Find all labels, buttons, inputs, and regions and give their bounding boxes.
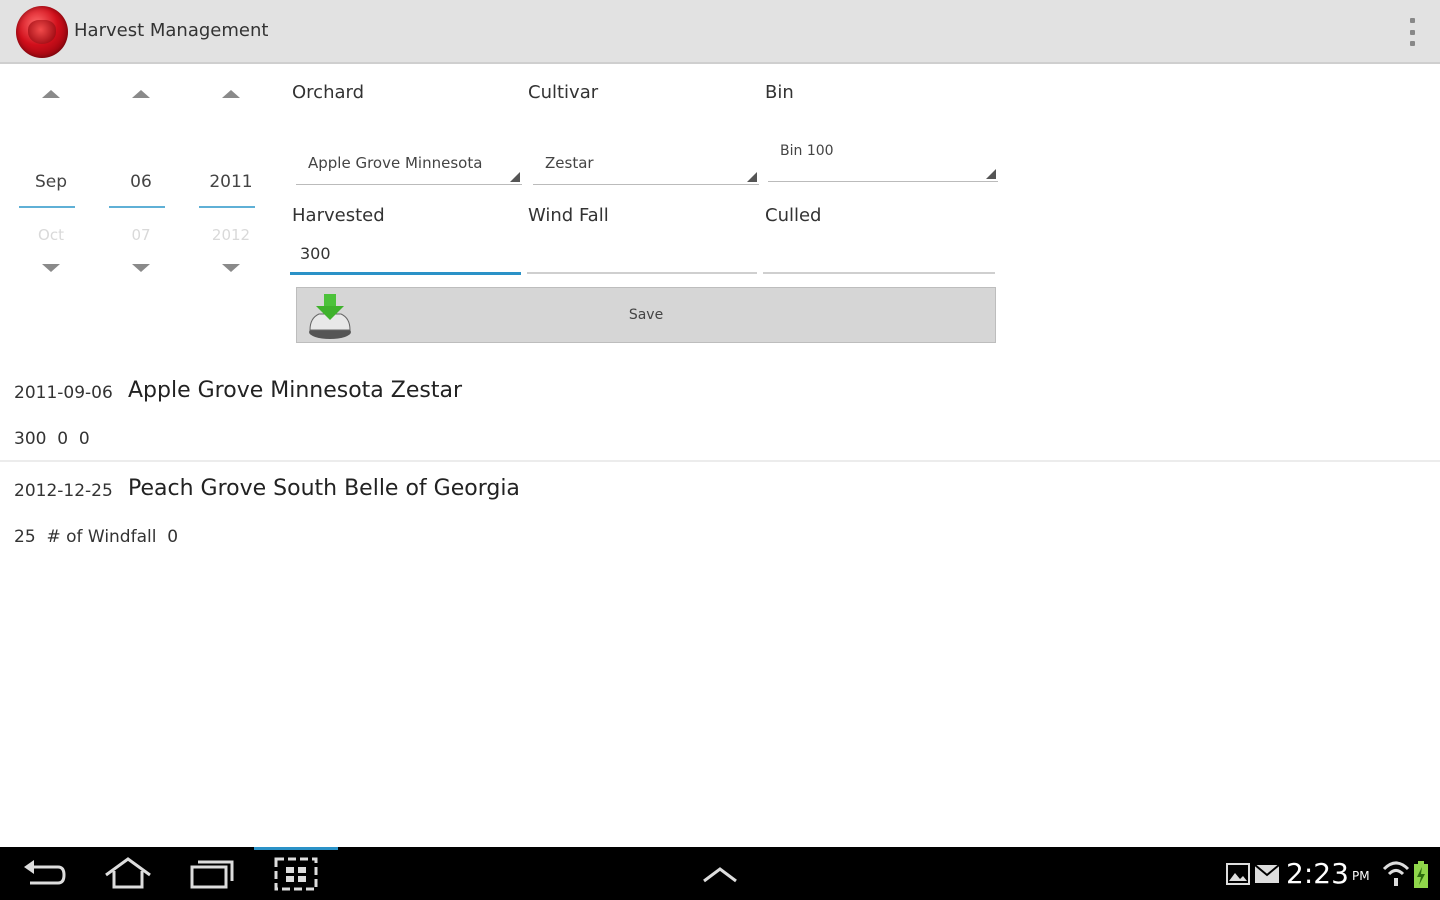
bin-spinner-value: Bin 100: [780, 143, 834, 159]
status-clock[interactable]: 2:23: [1286, 857, 1349, 890]
record-detail: 300 0 0: [14, 429, 90, 449]
app-title: Harvest Management: [74, 20, 269, 41]
spinner-dropdown-icon: [747, 172, 757, 182]
record-list-item[interactable]: 2012-12-25 Peach Grove South Belle of Ge…: [0, 470, 1440, 556]
battery-charging-icon: [1414, 861, 1428, 888]
orchard-spinner[interactable]: Apple Grove Minnesota: [296, 144, 522, 185]
day-next[interactable]: 07: [109, 226, 173, 244]
windfall-input[interactable]: [527, 240, 757, 274]
windfall-label: Wind Fall: [528, 205, 609, 226]
harvested-input-value: 300: [300, 244, 331, 263]
cultivar-spinner[interactable]: Zestar: [533, 144, 759, 185]
cultivar-label: Cultivar: [528, 82, 599, 103]
culled-label: Culled: [765, 205, 822, 226]
month-selection-line: [19, 206, 75, 208]
year-selection-line: [199, 206, 255, 208]
month-current[interactable]: Sep: [19, 172, 83, 192]
year-next[interactable]: 2012: [199, 226, 263, 244]
orchard-spinner-value: Apple Grove Minnesota: [308, 154, 483, 172]
home-icon[interactable]: [100, 855, 156, 893]
active-app-indicator: [254, 847, 338, 850]
bin-spinner[interactable]: Bin 100: [768, 141, 998, 182]
year-current[interactable]: 2011: [199, 172, 263, 192]
overflow-menu-icon[interactable]: [1408, 18, 1416, 46]
list-divider: [0, 460, 1440, 462]
record-detail: 25 # of Windfall 0: [14, 527, 179, 547]
month-next[interactable]: Oct: [19, 226, 83, 244]
back-icon[interactable]: [16, 855, 72, 893]
chevron-up-icon[interactable]: [692, 855, 748, 893]
day-decrement-arrow-icon[interactable]: [132, 264, 150, 272]
day-increment-arrow-icon[interactable]: [132, 90, 150, 98]
harvested-label: Harvested: [292, 205, 385, 226]
year-decrement-arrow-icon[interactable]: [222, 264, 240, 272]
record-title: Apple Grove Minnesota Zestar: [128, 378, 462, 403]
culled-input[interactable]: [763, 240, 995, 274]
record-title: Peach Grove South Belle of Georgia: [128, 476, 520, 501]
day-selection-line: [109, 206, 165, 208]
mail-notification-icon[interactable]: [1254, 863, 1280, 885]
save-button-label: Save: [628, 307, 664, 323]
app-logo-icon[interactable]: [16, 6, 68, 58]
orchard-label: Orchard: [292, 82, 365, 103]
recent-apps-icon[interactable]: [184, 855, 240, 893]
screenshot-icon[interactable]: [268, 855, 324, 893]
spinner-dropdown-icon: [986, 169, 996, 179]
status-ampm: PM: [1352, 869, 1370, 883]
cultivar-spinner-value: Zestar: [545, 154, 594, 172]
gallery-notification-icon[interactable]: [1226, 863, 1250, 885]
record-date: 2012-12-25: [14, 481, 113, 501]
wifi-icon: [1382, 861, 1410, 886]
year-increment-arrow-icon[interactable]: [222, 90, 240, 98]
month-increment-arrow-icon[interactable]: [42, 90, 60, 98]
save-button[interactable]: Save: [296, 287, 996, 343]
month-decrement-arrow-icon[interactable]: [42, 264, 60, 272]
harvested-input[interactable]: 300: [290, 240, 521, 275]
day-current[interactable]: 06: [109, 172, 173, 192]
spinner-dropdown-icon: [510, 172, 520, 182]
action-bar: Harvest Management: [0, 0, 1440, 64]
record-date: 2011-09-06: [14, 383, 113, 403]
record-list-item[interactable]: 2011-09-06 Apple Grove Minnesota Zestar …: [0, 372, 1440, 458]
system-navigation-bar: 2:23 PM: [0, 847, 1440, 900]
bin-label: Bin: [765, 82, 794, 103]
